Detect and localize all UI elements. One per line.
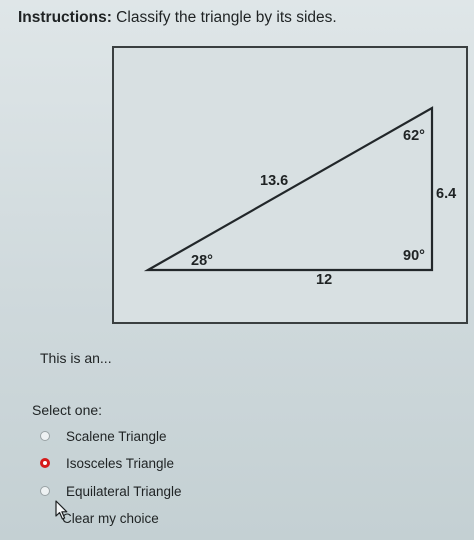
radio-button-isosceles[interactable] <box>40 458 50 468</box>
instructions: Instructions: Classify the triangle by i… <box>18 8 468 28</box>
triangle-figure: 62° 6.4 13.6 28° 90° 12 <box>112 46 468 324</box>
angle-right-label: 90° <box>403 248 425 264</box>
option-equilateral[interactable]: Equilateral Triangle <box>40 481 182 501</box>
instructions-lead: Instructions: <box>18 9 112 26</box>
radio-button-equilateral[interactable] <box>40 486 50 496</box>
option-label-scalene: Scalene Triangle <box>66 428 167 444</box>
mouse-cursor-icon <box>55 500 68 520</box>
instructions-text: Classify the triangle by its sides. <box>111 9 337 26</box>
triangle-shape <box>143 106 434 272</box>
angle-top-label: 62° <box>403 128 425 144</box>
option-label-isosceles: Isosceles Triangle <box>66 455 175 471</box>
radio-button-scalene[interactable] <box>40 431 50 441</box>
option-isosceles[interactable]: Isosceles Triangle <box>40 453 174 473</box>
select-one-label: Select one: <box>32 402 103 418</box>
angle-left-label: 28° <box>191 253 213 269</box>
side-hypotenuse-label: 13.6 <box>260 173 288 189</box>
option-scalene[interactable]: Scalene Triangle <box>40 426 167 446</box>
clear-choice-link[interactable]: Clear my choice <box>62 511 159 526</box>
side-vertical-label: 6.4 <box>436 186 456 202</box>
question-prompt: This is an... <box>40 350 112 366</box>
option-label-equilateral: Equilateral Triangle <box>66 483 182 499</box>
side-base-label: 12 <box>316 272 332 288</box>
triangle-diagram: 62° 6.4 13.6 28° 90° 12 <box>143 106 456 288</box>
